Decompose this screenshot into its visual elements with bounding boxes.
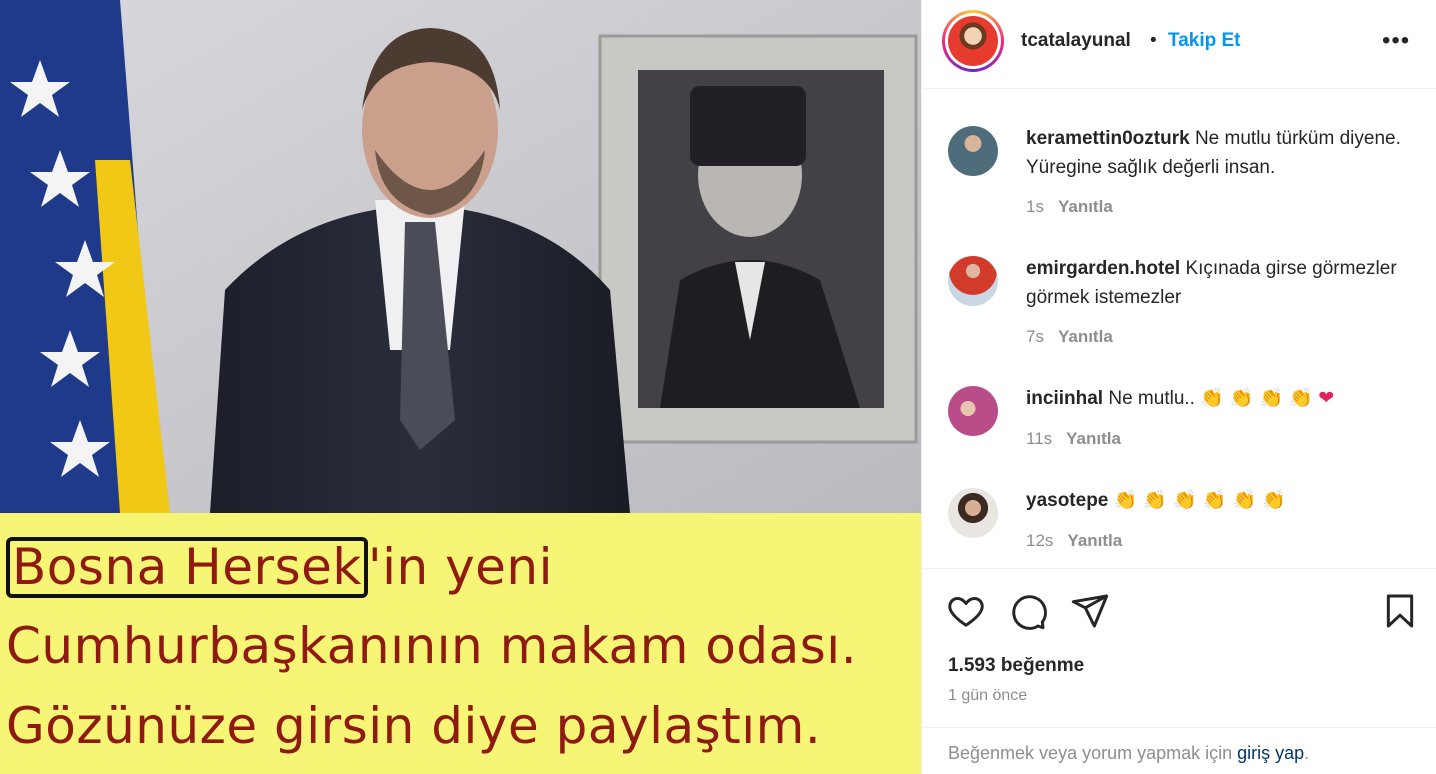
comment-username[interactable]: keramettin0ozturk <box>1026 128 1190 149</box>
reply-button[interactable]: Yanıtla <box>1058 327 1113 346</box>
reply-button[interactable]: Yanıtla <box>1066 429 1121 448</box>
comment-username[interactable]: inciinhal <box>1026 388 1103 409</box>
framed-portrait <box>598 34 918 444</box>
comment-item: keramettin0ozturk Ne mutlu türküm diyene… <box>922 124 1436 224</box>
post-time[interactable]: 1 gün önce <box>948 687 1027 705</box>
post-header: tcatalayunal • Takip Et ••• <box>922 0 1436 89</box>
comment-username[interactable]: yasotepe <box>1026 490 1108 511</box>
comment-item: emirgarden.hotel Kıçınada girse görmezle… <box>922 254 1436 354</box>
post-photo <box>0 0 921 513</box>
red-heart-icon: ❤ <box>1318 387 1335 409</box>
comment-icon[interactable] <box>1008 591 1048 631</box>
comment-time[interactable]: 7s <box>1026 327 1044 346</box>
author-username[interactable]: tcatalayunal <box>1021 30 1131 52</box>
comment-text: Ne mutlu.. <box>1108 388 1195 409</box>
caption-line-1: Bosna Hersek'in yeni <box>6 537 553 598</box>
post-caption-overlay: Bosna Hersek'in yeni Cumhurbaşkanının ma… <box>0 513 921 774</box>
comment-username[interactable]: emirgarden.hotel <box>1026 258 1180 279</box>
login-link[interactable]: giriş yap <box>1237 743 1304 763</box>
comment-item: yasotepe 👏 👏 👏 👏 👏 👏 12s Yanıtla <box>922 486 1436 556</box>
comment-time[interactable]: 12s <box>1026 531 1053 550</box>
reply-button[interactable]: Yanıtla <box>1058 197 1113 216</box>
post-side-panel: tcatalayunal • Takip Et ••• keramettin0o… <box>921 0 1436 774</box>
login-prompt-text: Beğenmek veya yorum yapmak için <box>948 743 1233 763</box>
like-heart-icon[interactable] <box>946 591 986 631</box>
commenter-avatar[interactable] <box>948 488 998 538</box>
reply-button[interactable]: Yanıtla <box>1067 531 1122 550</box>
like-count[interactable]: 1.593 beğenme <box>948 655 1084 677</box>
comments-list[interactable]: keramettin0ozturk Ne mutlu türküm diyene… <box>922 90 1436 568</box>
comment-item: inciinhal Ne mutlu.. 👏 👏 👏 👏 ❤ 11s Yanıtl… <box>922 384 1436 454</box>
caption-line-3: Gözünüze girsin diye paylaştım. <box>6 697 822 755</box>
clapping-hands-icon: 👏 👏 👏 👏 👏 👏 <box>1113 489 1286 511</box>
login-prompt-bar: Beğenmek veya yorum yapmak için giriş ya… <box>922 727 1436 774</box>
header-separator: • <box>1150 30 1157 51</box>
author-avatar[interactable] <box>942 10 1004 72</box>
caption-highlight: Bosna Hersek <box>6 537 368 598</box>
share-icon[interactable] <box>1070 591 1110 631</box>
caption-line-1-rest: 'in yeni <box>367 538 554 596</box>
comment-time[interactable]: 1s <box>1026 197 1044 216</box>
post-actions: 1.593 beğenme 1 gün önce Beğenmek veya y… <box>922 568 1436 774</box>
author-avatar-image <box>948 16 998 66</box>
clapping-hands-icon: 👏 👏 👏 👏 <box>1200 387 1313 409</box>
commenter-avatar[interactable] <box>948 126 998 176</box>
follow-button[interactable]: Takip Et <box>1168 30 1241 52</box>
bookmark-icon[interactable] <box>1380 591 1420 631</box>
more-options-icon[interactable]: ••• <box>1382 29 1410 53</box>
commenter-avatar[interactable] <box>948 386 998 436</box>
commenter-avatar[interactable] <box>948 256 998 306</box>
caption-line-2: Cumhurbaşkanının makam odası. <box>6 617 858 675</box>
post-media[interactable]: Bosna Hersek'in yeni Cumhurbaşkanının ma… <box>0 0 921 774</box>
comment-time[interactable]: 11s <box>1026 429 1052 448</box>
login-suffix: . <box>1304 743 1310 763</box>
